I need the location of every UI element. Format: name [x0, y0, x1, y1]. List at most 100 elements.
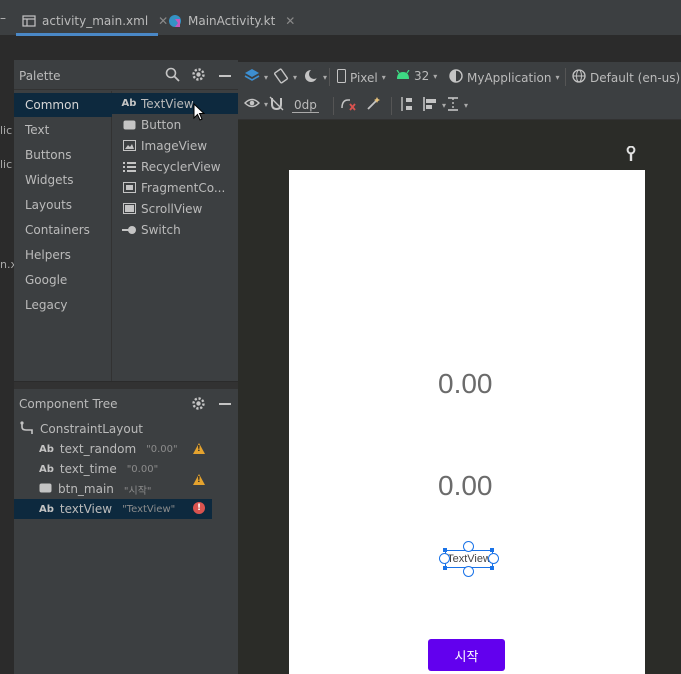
- clear-constraints-button[interactable]: [340, 96, 356, 114]
- button-icon: [39, 482, 52, 496]
- palette-category-helpers[interactable]: Helpers: [14, 243, 112, 267]
- toolbar-separator: [329, 68, 330, 86]
- night-mode-button[interactable]: ▾: [303, 68, 327, 87]
- panel-splitter[interactable]: [14, 381, 238, 389]
- device-label: Pixel: [350, 70, 378, 85]
- palette-category-buttons[interactable]: Buttons: [14, 143, 112, 167]
- tree-row-id: text_random: [59, 442, 137, 456]
- tab-activity-main-xml[interactable]: activity_main.xml ✕: [16, 8, 168, 36]
- palette-category-widgets[interactable]: Widgets: [14, 168, 112, 192]
- palette-category-legacy[interactable]: Legacy: [14, 293, 112, 317]
- close-tab-icon[interactable]: ✕: [285, 14, 295, 28]
- toolbar-separator: [391, 97, 392, 115]
- layout-xml-icon: [22, 14, 36, 28]
- component-tree-title: Component Tree: [19, 397, 118, 411]
- default-margin-field[interactable]: 0dp: [292, 98, 319, 113]
- palette-item-recyclerview[interactable]: RecyclerView: [112, 156, 238, 177]
- preview-text-time[interactable]: 0.00: [438, 470, 493, 502]
- toolbar-separator: [333, 97, 334, 115]
- device-preview[interactable]: [289, 170, 645, 674]
- constraint-anchor-top[interactable]: [463, 541, 474, 552]
- api-level-label: 32: [414, 69, 430, 83]
- phone-icon: [337, 69, 346, 86]
- orientation-button[interactable]: ▾: [273, 68, 297, 87]
- textview-icon: Ab: [39, 443, 54, 455]
- constraint-anchor-right[interactable]: [488, 553, 499, 564]
- palette-item-label: ScrollView: [141, 201, 203, 216]
- palette-item-list: Ab TextView Button ImageView RecyclerVie…: [112, 91, 238, 381]
- wrench-icon[interactable]: [625, 145, 637, 165]
- minimize-icon[interactable]: [219, 75, 231, 77]
- warning-icon[interactable]: [193, 443, 205, 454]
- constraint-anchor-bottom[interactable]: [463, 566, 474, 577]
- resize-handle[interactable]: [443, 566, 447, 570]
- tree-row-btn-main[interactable]: btn_main "시작": [39, 479, 211, 499]
- autoconnect-toggle[interactable]: [269, 96, 284, 114]
- textview-icon: Ab: [39, 503, 54, 515]
- chevron-down-icon: ▾: [264, 73, 269, 82]
- tab-label: MainActivity.kt: [188, 14, 276, 28]
- tree-row-value: "시작": [123, 485, 152, 497]
- magic-wand-icon: [366, 96, 381, 114]
- pack-icon: [398, 96, 414, 115]
- resize-handle[interactable]: [490, 566, 494, 570]
- collapse-icon[interactable]: –: [0, 11, 14, 25]
- resize-handle[interactable]: [443, 548, 447, 552]
- palette-item-scrollview[interactable]: ScrollView: [112, 198, 238, 219]
- palette-item-textview[interactable]: Ab TextView: [112, 93, 238, 114]
- constraint-anchor-left[interactable]: [439, 553, 450, 564]
- image-icon: [122, 140, 136, 152]
- kotlin-class-icon: [168, 14, 182, 28]
- palette-category-common[interactable]: Common: [14, 93, 112, 117]
- palette-category-google[interactable]: Google: [14, 268, 112, 292]
- preview-start-button[interactable]: 시작: [428, 639, 505, 671]
- textview-icon: Ab: [121, 98, 137, 109]
- pack-button[interactable]: [398, 96, 414, 115]
- theme-selector[interactable]: MyApplication ▾: [449, 69, 560, 86]
- button-icon: [122, 119, 136, 131]
- guidelines-button[interactable]: ▾: [446, 96, 468, 115]
- error-icon[interactable]: !: [193, 502, 205, 514]
- tab-label: activity_main.xml: [42, 13, 149, 28]
- tab-mainactivity-kt[interactable]: MainActivity.kt ✕: [164, 8, 295, 34]
- chevron-down-icon: ▾: [433, 71, 438, 81]
- chevron-down-icon: ▾: [293, 73, 298, 82]
- palette-item-fragmentcontainerview[interactable]: FragmentCo...: [112, 177, 238, 198]
- default-margin-value: 0dp: [294, 98, 317, 112]
- palette-category-containers[interactable]: Containers: [14, 218, 112, 242]
- resize-handle[interactable]: [490, 548, 494, 552]
- tree-row-text-time[interactable]: Ab text_time "0.00": [39, 459, 211, 479]
- tree-row-textview[interactable]: Ab textView "TextView": [39, 499, 211, 519]
- design-surface-button[interactable]: ▾: [244, 68, 268, 87]
- api-level-selector[interactable]: 32 ▾: [396, 69, 437, 83]
- align-button[interactable]: ▾: [422, 96, 446, 115]
- tree-row-text-random[interactable]: Ab text_random "0.00": [39, 439, 211, 459]
- gear-icon[interactable]: [191, 67, 206, 86]
- preview-textview-label: TextView: [447, 553, 491, 565]
- tree-root-constraintlayout[interactable]: ConstraintLayout: [20, 419, 143, 439]
- preview-text-random[interactable]: 0.00: [438, 368, 493, 400]
- device-selector[interactable]: Pixel ▾: [337, 69, 386, 86]
- fragment-icon: [122, 182, 136, 194]
- palette-item-button[interactable]: Button: [112, 114, 238, 135]
- palette-category-list: Common Text Buttons Widgets Layouts Cont…: [14, 91, 112, 381]
- tree-root-label: ConstraintLayout: [40, 422, 144, 436]
- locale-selector[interactable]: Default (en-us) ▾: [572, 69, 681, 86]
- palette-category-text[interactable]: Text: [14, 118, 112, 142]
- minimize-icon[interactable]: [219, 403, 231, 405]
- locale-label: Default (en-us): [590, 70, 681, 85]
- tree-row-id: text_time: [59, 462, 117, 476]
- palette-item-switch[interactable]: Switch: [112, 219, 238, 240]
- search-icon[interactable]: [165, 67, 180, 86]
- chevron-down-icon: ▾: [381, 73, 386, 82]
- palette-item-imageview[interactable]: ImageView: [112, 135, 238, 156]
- globe-icon: [572, 69, 586, 86]
- gear-icon[interactable]: [191, 396, 206, 415]
- tree-row-value: "0.00": [126, 463, 159, 475]
- view-options-button[interactable]: ▾: [244, 97, 268, 112]
- palette-category-layouts[interactable]: Layouts: [14, 193, 112, 217]
- infer-constraints-button[interactable]: [366, 96, 381, 114]
- rotate-device-icon: [273, 68, 289, 87]
- palette-title: Palette: [19, 69, 61, 83]
- textview-icon: Ab: [39, 463, 54, 475]
